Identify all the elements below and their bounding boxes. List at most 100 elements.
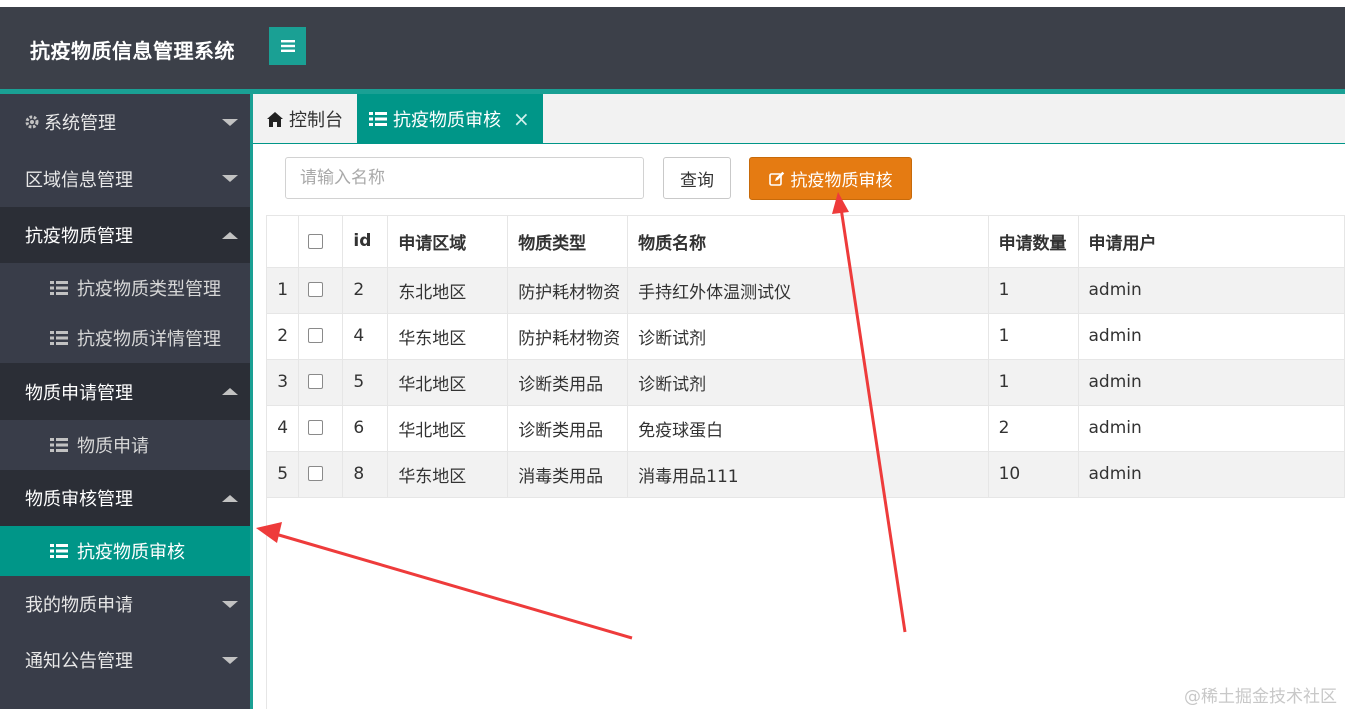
cell-region: 华东地区 (387, 313, 509, 360)
column-header-index (267, 216, 300, 268)
sidebar-item-apply-manage[interactable]: 物质申请管理 (0, 363, 250, 420)
material-audit-button[interactable]: 抗疫物质审核 (749, 157, 912, 200)
list-icon (50, 281, 68, 295)
cell-name: 消毒用品111 (627, 451, 989, 498)
tab-label: 抗疫物质审核 (393, 110, 501, 131)
watermark: @稀土掘金技术社区 (1184, 687, 1337, 707)
table-row[interactable]: 1 2 东北地区 防护耗材物资 手持红外体温测试仪 1 admin (267, 267, 1345, 314)
edit-icon (768, 171, 784, 186)
table-row[interactable]: 3 5 华北地区 诊断类用品 诊断试剂 1 admin (267, 359, 1345, 406)
sidebar-item-label: 通知公告管理 (25, 651, 133, 672)
cell-user: admin (1078, 267, 1345, 314)
select-all-checkbox-cell[interactable] (298, 216, 344, 268)
row-checkbox[interactable] (308, 281, 324, 297)
cell-user: admin (1078, 359, 1345, 406)
sidebar-item-material-type[interactable]: 抗疫物质类型管理 (0, 263, 250, 313)
select-all-checkbox[interactable] (308, 234, 324, 250)
cell-id: 2 (342, 267, 389, 314)
sidebar-item-material-detail[interactable]: 抗疫物质详情管理 (0, 313, 250, 363)
row-checkbox-cell[interactable] (298, 267, 344, 314)
cell-type: 防护耗材物资 (507, 267, 629, 314)
app-title: 抗疫物质信息管理系统 (30, 39, 235, 63)
sidebar-item-notice[interactable]: 通知公告管理 (0, 632, 250, 688)
cell-user: admin (1078, 313, 1345, 360)
chevron-down-icon (222, 656, 238, 664)
row-number: 5 (267, 451, 300, 498)
cell-name: 免疫球蛋白 (627, 405, 989, 452)
sidebar-item-material[interactable]: 抗疫物质管理 (0, 207, 250, 263)
tab-console[interactable]: 控制台 (253, 94, 357, 144)
cell-id: 8 (342, 451, 389, 498)
list-icon (369, 112, 387, 126)
chevron-up-icon (222, 388, 238, 395)
cell-type: 消毒类用品 (507, 451, 629, 498)
gear-icon (25, 115, 39, 129)
sidebar-item-label: 系统管理 (44, 113, 116, 134)
hamburger-icon (280, 40, 295, 52)
tab-label: 控制台 (289, 110, 343, 131)
home-icon (267, 111, 283, 127)
row-checkbox-cell[interactable] (298, 359, 344, 406)
sidebar-item-audit-manage[interactable]: 物质审核管理 (0, 470, 250, 526)
row-number: 3 (267, 359, 300, 406)
cell-user: admin (1078, 405, 1345, 452)
table-row[interactable]: 2 4 华东地区 防护耗材物资 诊断试剂 1 admin (267, 313, 1345, 360)
close-icon[interactable]: × (513, 107, 530, 131)
cell-quantity: 1 (988, 359, 1079, 406)
search-input[interactable] (285, 157, 644, 199)
tab-material-audit[interactable]: 抗疫物质审核 × (357, 94, 543, 144)
sidebar-item-label: 物质申请管理 (25, 382, 133, 404)
chevron-up-icon (222, 494, 238, 502)
query-button[interactable]: 查询 (663, 157, 731, 199)
cell-name: 诊断试剂 (627, 313, 989, 360)
row-checkbox[interactable] (308, 419, 324, 435)
sidebar-item-my-apply[interactable]: 我的物质申请 (0, 576, 250, 632)
column-header-quantity[interactable]: 申请数量 (988, 216, 1079, 268)
sidebar-item-apply[interactable]: 物质申请 (0, 420, 250, 470)
table-row[interactable]: 4 6 华北地区 诊断类用品 免疫球蛋白 2 admin (267, 405, 1345, 452)
table-row[interactable]: 5 8 华东地区 消毒类用品 消毒用品111 10 admin (267, 451, 1345, 498)
chevron-up-icon (222, 231, 238, 239)
cell-quantity: 2 (988, 405, 1079, 452)
sidebar-item-label: 物质审核管理 (25, 489, 133, 510)
cell-id: 6 (342, 405, 389, 452)
chevron-down-icon (222, 600, 238, 608)
sidebar-item-region[interactable]: 区域信息管理 (0, 150, 250, 207)
chevron-down-icon (222, 118, 238, 126)
row-checkbox[interactable] (308, 465, 324, 481)
row-checkbox-cell[interactable] (298, 451, 344, 498)
cell-quantity: 1 (988, 313, 1079, 360)
chevron-down-icon (222, 175, 238, 182)
column-header-name[interactable]: 物质名称 (627, 216, 989, 268)
row-checkbox-cell[interactable] (298, 313, 344, 360)
cell-region: 华北地区 (387, 359, 509, 406)
column-header-region[interactable]: 申请区域 (387, 216, 509, 268)
row-checkbox[interactable] (308, 373, 324, 389)
column-header-type[interactable]: 物质类型 (507, 216, 629, 268)
cell-type: 诊断类用品 (507, 359, 629, 406)
sidebar-item-label: 抗疫物质审核 (77, 542, 185, 563)
sidebar-item-label: 区域信息管理 (25, 169, 133, 191)
row-checkbox-cell[interactable] (298, 405, 344, 452)
sidebar-item-label: 物质申请 (77, 436, 149, 457)
list-icon (50, 438, 68, 452)
data-table: id 申请区域 物质类型 物质名称 申请数量 申请用户 1 2 东北地区 防护耗… (266, 215, 1345, 709)
sidebar-border (250, 94, 253, 709)
cell-region: 华东地区 (387, 451, 509, 498)
cell-id: 4 (342, 313, 389, 360)
list-icon (50, 331, 68, 345)
table-header-row: id 申请区域 物质类型 物质名称 申请数量 申请用户 (267, 216, 1345, 268)
sidebar-item-system[interactable]: 系统管理 (0, 94, 250, 150)
menu-toggle-button[interactable] (269, 27, 306, 65)
column-header-id[interactable]: id (342, 216, 389, 268)
app-header: 抗疫物质信息管理系统 (0, 7, 1345, 89)
sidebar-item-label: 抗疫物质类型管理 (77, 279, 221, 300)
cell-quantity: 10 (988, 451, 1079, 498)
tab-bar: 控制台 抗疫物质审核 × (253, 94, 1345, 144)
row-number: 4 (267, 405, 300, 452)
cell-region: 华北地区 (387, 405, 509, 452)
sidebar-item-audit[interactable]: 抗疫物质审核 (0, 526, 250, 576)
row-checkbox[interactable] (308, 327, 324, 343)
cell-type: 防护耗材物资 (507, 313, 629, 360)
column-header-user[interactable]: 申请用户 (1078, 216, 1345, 268)
